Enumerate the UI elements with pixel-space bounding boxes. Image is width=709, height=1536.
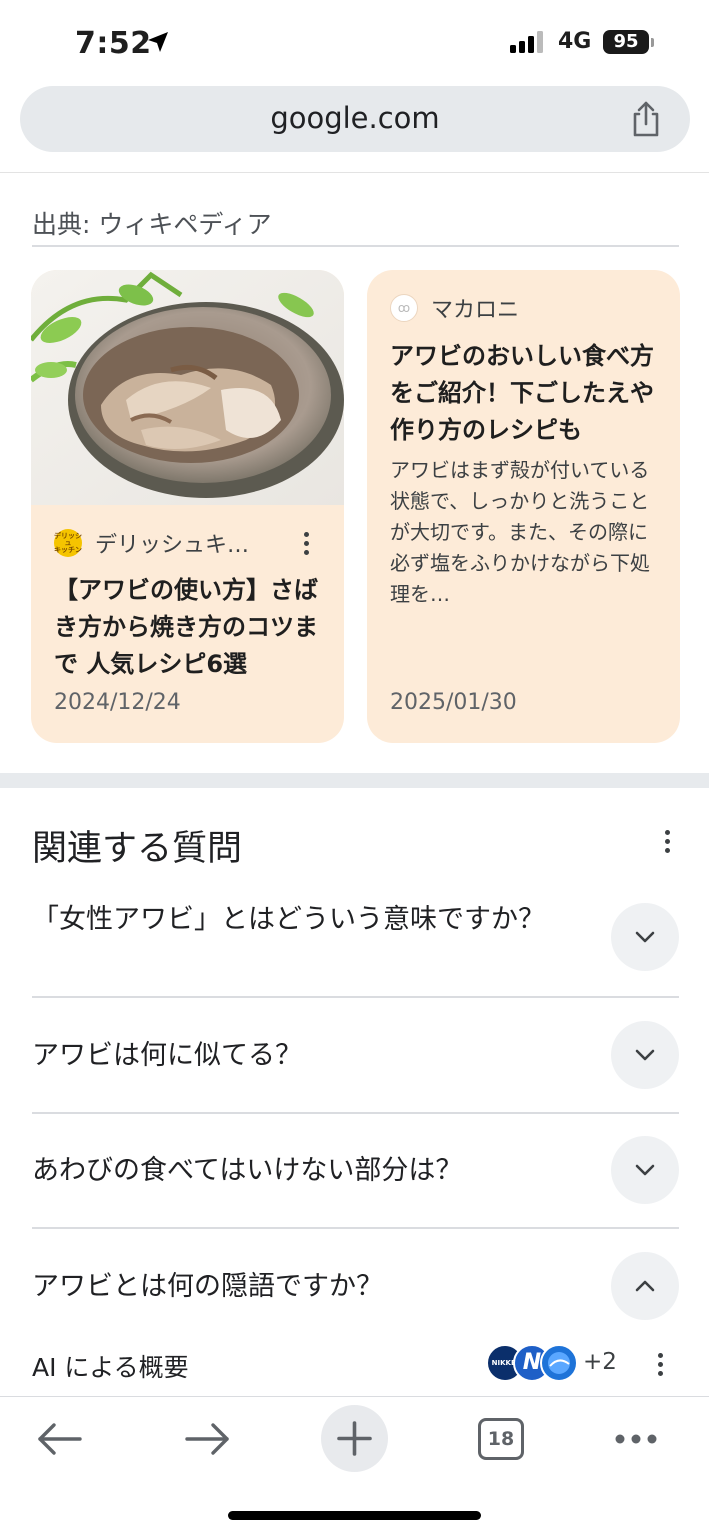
ai-source-avatars[interactable]: NIKKEI N — [486, 1344, 582, 1384]
divider — [32, 996, 679, 998]
card-source: デリッシュ キッチン デリッシュキ… — [54, 528, 249, 558]
related-question[interactable]: アワビは何に似てる？ — [32, 999, 679, 1114]
more-menu-icon[interactable] — [606, 1409, 666, 1469]
status-bar: 7:52 4G 95 — [0, 0, 709, 84]
more-options-icon[interactable] — [657, 1353, 663, 1377]
back-arrow-icon[interactable] — [30, 1409, 90, 1469]
forward-arrow-icon[interactable] — [177, 1409, 237, 1469]
new-tab-button[interactable] — [321, 1405, 388, 1472]
more-sources-count[interactable]: +2 — [583, 1349, 617, 1375]
expand-button[interactable] — [611, 1021, 679, 1089]
divider — [32, 245, 679, 247]
card-source: ꝏ マカロニ — [390, 293, 519, 323]
globe-source-avatar[interactable] — [540, 1344, 578, 1382]
question-text[interactable]: 「女性アワビ」とはどういう意味ですか？ — [32, 900, 577, 940]
article-card-delish[interactable]: デリッシュ キッチン デリッシュキ… 【アワビの使い方】さばき方から焼き方のコツま… — [31, 270, 344, 743]
plus-icon — [337, 1421, 372, 1456]
card-title[interactable]: アワビのおいしい食べ方をご紹介！下ごしたえや作り方のレシピも — [390, 338, 660, 449]
collapse-button[interactable] — [611, 1252, 679, 1320]
abalone-thumbnail-image — [31, 270, 344, 505]
card-snippet: アワビはまず殻が付いている状態で、しっかりと洗うことが大切です。また、その際に必… — [390, 458, 650, 606]
macaroni-logo: ꝏ — [390, 294, 418, 322]
chevron-down-icon — [635, 931, 655, 943]
network-type: 4G — [558, 29, 592, 54]
question-text[interactable]: あわびの食べてはいけない部分は？ — [32, 1151, 577, 1191]
expand-button[interactable] — [611, 903, 679, 971]
url-text[interactable]: google.com — [20, 101, 690, 135]
card-date: 2024/12/24 — [54, 690, 181, 715]
cellular-signal-icon — [510, 31, 543, 53]
battery-icon: 95 — [603, 30, 649, 54]
card-date: 2025/01/30 — [390, 690, 517, 715]
clock: 7:52 — [75, 26, 152, 61]
chevron-up-icon — [635, 1280, 655, 1292]
delish-kitchen-logo: デリッシュ キッチン — [54, 529, 82, 557]
address-bar[interactable]: google.com — [20, 86, 690, 152]
article-card-macaroni[interactable]: ꝏ マカロニ アワビのおいしい食べ方をご紹介！下ごしたえや作り方のレシピも アワ… — [367, 270, 680, 743]
section-separator — [0, 773, 709, 788]
chevron-down-icon — [635, 1164, 655, 1176]
site-name: デリッシュキ… — [95, 533, 250, 558]
source-attribution: 出典: ウィキペディア — [32, 210, 272, 239]
ai-overview-label: AI による概要 — [32, 1353, 189, 1382]
site-name: マカロニ — [431, 298, 520, 323]
home-indicator — [228, 1511, 481, 1520]
related-question[interactable]: 「女性アワビ」とはどういう意味ですか？ — [32, 895, 679, 998]
question-text[interactable]: アワビは何に似てる？ — [32, 1036, 577, 1076]
more-options-icon[interactable] — [303, 532, 309, 556]
chevron-down-icon — [635, 1049, 655, 1061]
related-question-expanded[interactable]: アワビとは何の隠語ですか？ — [32, 1229, 679, 1329]
card-title[interactable]: 【アワビの使い方】さばき方から焼き方のコツまで 人気レシピ6選 — [54, 572, 326, 683]
question-text[interactable]: アワビとは何の隠語ですか？ — [32, 1267, 577, 1307]
header-divider — [0, 172, 709, 173]
tab-switcher-button[interactable]: 18 — [478, 1418, 524, 1460]
related-question[interactable]: あわびの食べてはいけない部分は？ — [32, 1114, 679, 1229]
share-icon[interactable] — [628, 100, 664, 138]
battery-tip — [651, 38, 654, 47]
location-arrow-icon — [148, 32, 168, 52]
expand-button[interactable] — [611, 1136, 679, 1204]
related-questions-heading: 関連する質問 — [32, 829, 243, 869]
more-options-icon[interactable] — [664, 830, 670, 854]
